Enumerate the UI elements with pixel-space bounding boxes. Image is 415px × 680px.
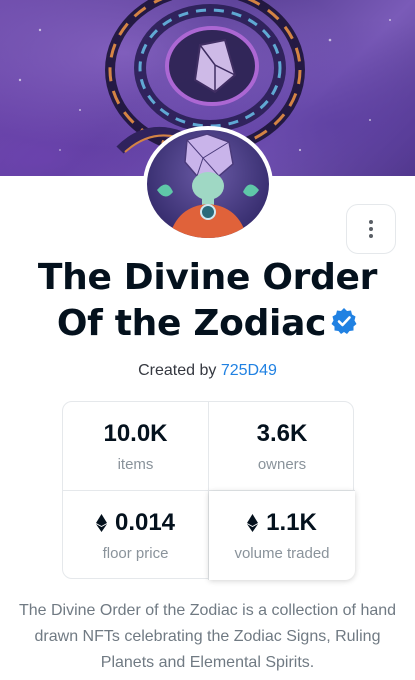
stat-floor-price-label: floor price: [102, 545, 169, 562]
stat-volume-traded[interactable]: 1.1K volume traded: [209, 491, 355, 580]
verified-badge-icon: [331, 308, 357, 334]
stat-volume-value: 1.1K: [266, 509, 317, 536]
stat-volume-row: 1.1K: [247, 509, 317, 537]
stat-floor-price-row: 0.014: [95, 509, 176, 537]
collection-title-line2: Of the Zodiac: [56, 303, 327, 344]
created-by: Created by 725D49: [0, 362, 415, 380]
collection-title-line1: The Divine Order: [37, 257, 378, 298]
created-by-label: Created by: [138, 362, 217, 379]
collection-title: The Divine Order Of the Zodiac: [0, 255, 415, 347]
collection-description: The Divine Order of the Zodiac is a coll…: [18, 602, 397, 671]
stat-floor-price-value: 0.014: [114, 509, 176, 536]
ethereum-icon: [95, 514, 107, 532]
collection-avatar: [143, 126, 273, 242]
more-vertical-icon: [369, 220, 373, 238]
collection-stats: 10.0K items 3.6K owners 0.014 floor pric…: [62, 401, 355, 580]
stat-items-label: items: [117, 455, 154, 473]
stat-floor-price[interactable]: 0.014 floor price: [63, 491, 209, 580]
stat-owners-value: 3.6K: [256, 419, 308, 447]
stat-volume-label: volume traded: [234, 545, 330, 562]
stat-items-value: 10.0K: [103, 419, 168, 447]
stat-owners-label: owners: [257, 455, 307, 473]
more-options-button[interactable]: [346, 204, 396, 254]
ethereum-icon: [247, 514, 259, 532]
stat-items[interactable]: 10.0K items: [63, 402, 209, 491]
stat-owners[interactable]: 3.6K owners: [209, 402, 355, 491]
creator-link[interactable]: 725D49: [221, 362, 277, 379]
